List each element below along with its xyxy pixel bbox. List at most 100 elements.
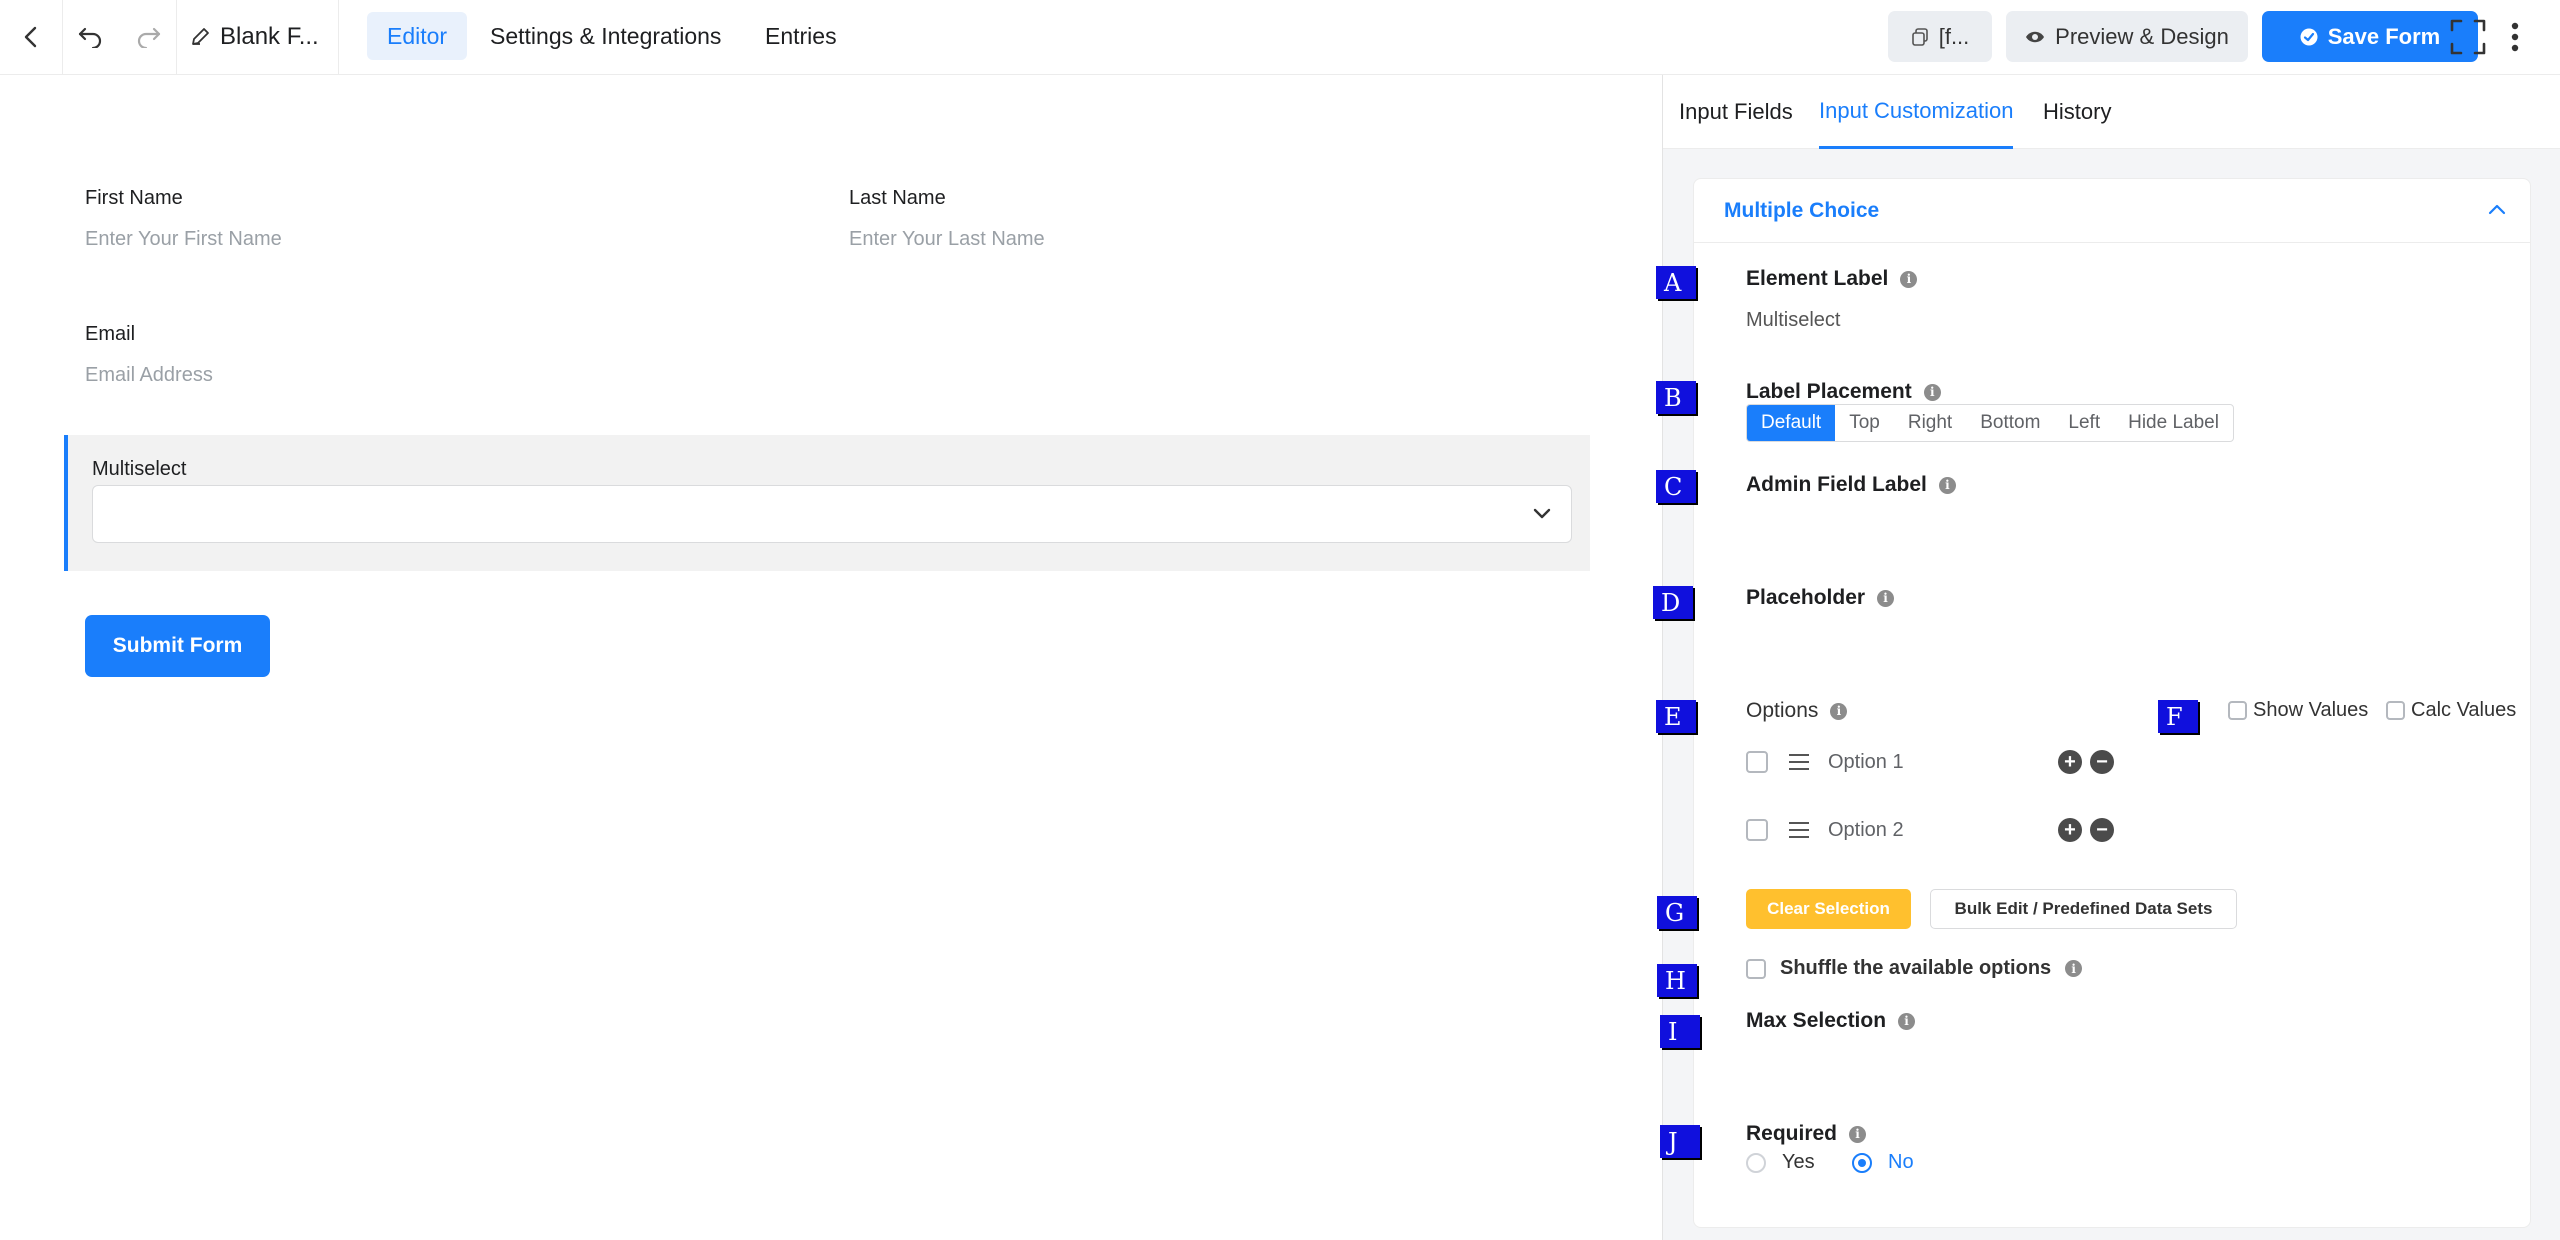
- options-title: Options i: [1746, 699, 1848, 723]
- fullscreen-icon: [2450, 19, 2486, 55]
- remove-option-button[interactable]: −: [2090, 818, 2114, 842]
- marker-e: E: [1656, 700, 1696, 733]
- info-icon: i: [1898, 1012, 1916, 1030]
- form-title[interactable]: Blank F...: [190, 0, 319, 74]
- redo-button[interactable]: [122, 0, 176, 74]
- shuffle-text: Shuffle the available options: [1780, 957, 2052, 979]
- multiselect-field-block[interactable]: Multiselect: [64, 435, 1590, 571]
- chevron-left-icon: [24, 26, 37, 48]
- info-icon: i: [1830, 702, 1848, 720]
- admin-field-label-text: Admin Field Label: [1746, 473, 1927, 496]
- tab-history[interactable]: History: [2043, 75, 2111, 149]
- chevron-down-icon: [1533, 508, 1551, 519]
- drag-handle-icon: [1789, 754, 1809, 770]
- option-label-input[interactable]: Option 1: [1828, 751, 2058, 774]
- remove-option-button[interactable]: −: [2090, 750, 2114, 774]
- calc-values-text: Calc Values: [2411, 699, 2517, 721]
- fullscreen-button[interactable]: [2447, 0, 2489, 74]
- placeholder-input[interactable]: [1746, 617, 2486, 661]
- placement-bottom[interactable]: Bottom: [1966, 405, 2054, 441]
- calc-values-toggle[interactable]: Calc Values: [2386, 699, 2516, 722]
- email-input[interactable]: Email Address: [85, 364, 213, 387]
- add-option-button[interactable]: +: [2058, 818, 2082, 842]
- element-label-text: Element Label: [1746, 267, 1889, 290]
- required-title: Required i: [1746, 1122, 1867, 1146]
- pencil-icon: [192, 28, 209, 45]
- required-yes-text: Yes: [1782, 1151, 1815, 1173]
- required-yes-radio[interactable]: Yes: [1746, 1151, 1815, 1174]
- multiple-choice-header[interactable]: Multiple Choice: [1694, 179, 2530, 243]
- tab-editor[interactable]: Editor: [367, 12, 468, 60]
- placement-left[interactable]: Left: [2054, 405, 2114, 441]
- label-placement-segmented: Default Top Right Bottom Left Hide Label: [1746, 404, 2234, 442]
- element-label-input[interactable]: Multiselect: [1746, 309, 1840, 332]
- submit-form-button[interactable]: Submit Form: [85, 615, 270, 677]
- drag-handle-icon: [1789, 822, 1809, 838]
- marker-b: B: [1656, 381, 1696, 414]
- radio-button-selected[interactable]: [1852, 1152, 1872, 1173]
- check-circle-icon: [2300, 28, 2318, 45]
- required-no-radio[interactable]: No: [1852, 1151, 1914, 1174]
- chevron-up-icon: [2488, 204, 2506, 215]
- undo-button[interactable]: [63, 0, 117, 74]
- placeholder-text: Placeholder: [1746, 586, 1866, 609]
- back-button[interactable]: [0, 0, 62, 74]
- option-default-checkbox[interactable]: [1746, 819, 1768, 841]
- bulk-edit-button[interactable]: Bulk Edit / Predefined Data Sets: [1930, 889, 2237, 929]
- multiselect-dropdown[interactable]: [92, 485, 1572, 543]
- marker-j: J: [1660, 1125, 1700, 1158]
- radio-button[interactable]: [1746, 1152, 1766, 1173]
- label-placement-title: Label Placement i: [1746, 380, 1941, 404]
- placement-top[interactable]: Top: [1835, 405, 1894, 441]
- marker-a: A: [1656, 266, 1696, 299]
- add-option-button[interactable]: +: [2058, 750, 2082, 774]
- show-values-toggle[interactable]: Show Values: [2228, 699, 2368, 722]
- copy-icon: [1911, 27, 1928, 46]
- info-icon: i: [2065, 960, 2083, 977]
- marker-h: H: [1657, 964, 1697, 997]
- option-label-input[interactable]: Option 2: [1828, 819, 2058, 842]
- info-icon: i: [1849, 1125, 1867, 1143]
- tab-input-customization[interactable]: Input Customization: [1819, 75, 2014, 149]
- first-name-input[interactable]: Enter Your First Name: [85, 228, 282, 251]
- placement-right[interactable]: Right: [1894, 405, 1966, 441]
- tab-entries[interactable]: Entries: [745, 12, 857, 60]
- shuffle-options-toggle[interactable]: Shuffle the available options i: [1746, 957, 2083, 980]
- shuffle-checkbox[interactable]: [1746, 958, 1766, 979]
- placement-hide-label[interactable]: Hide Label: [2114, 405, 2233, 441]
- show-values-checkbox[interactable]: [2228, 701, 2247, 720]
- tab-input-fields[interactable]: Input Fields: [1679, 75, 1793, 149]
- shortcode-text: [f...: [1938, 23, 1970, 49]
- panel-tabs: Input Fields Input Customization History: [1663, 75, 2560, 149]
- form-title-text: Blank F...: [220, 23, 319, 50]
- info-icon: i: [1923, 383, 1941, 401]
- admin-field-label-input[interactable]: [1746, 504, 2486, 548]
- more-vertical-icon: [2511, 22, 2519, 52]
- undo-icon: [78, 27, 102, 48]
- calc-values-checkbox[interactable]: [2386, 701, 2405, 720]
- option-default-checkbox[interactable]: [1746, 751, 1768, 773]
- max-selection-text: Max Selection: [1746, 1009, 1887, 1032]
- options-text: Options: [1746, 699, 1819, 722]
- tab-settings-integrations[interactable]: Settings & Integrations: [470, 12, 741, 60]
- marker-i: I: [1660, 1015, 1700, 1048]
- shortcode-button[interactable]: [f...: [1888, 11, 1992, 62]
- form-canvas: First Name Enter Your First Name Last Na…: [0, 75, 1662, 1240]
- last-name-input[interactable]: Enter Your Last Name: [849, 228, 1045, 251]
- save-form-button[interactable]: Save Form: [2262, 11, 2478, 62]
- more-menu-button[interactable]: [2500, 0, 2530, 74]
- email-label: Email: [85, 323, 136, 345]
- top-bar: Blank F... Editor Settings & Integration…: [0, 0, 2560, 75]
- save-form-text: Save Form: [2327, 23, 2441, 49]
- clear-selection-button[interactable]: Clear Selection: [1746, 889, 1911, 929]
- element-label-title: Element Label i: [1746, 267, 1918, 291]
- marker-g: G: [1657, 896, 1697, 929]
- placement-default[interactable]: Default: [1747, 405, 1836, 441]
- required-no-text: No: [1888, 1151, 1914, 1173]
- placeholder-title: Placeholder i: [1746, 586, 1895, 610]
- show-values-text: Show Values: [2253, 699, 2369, 721]
- info-icon: i: [1900, 270, 1918, 288]
- max-selection-input[interactable]: [1746, 1041, 2486, 1085]
- admin-field-label-title: Admin Field Label i: [1746, 473, 1956, 497]
- preview-design-button[interactable]: Preview & Design: [2006, 11, 2248, 62]
